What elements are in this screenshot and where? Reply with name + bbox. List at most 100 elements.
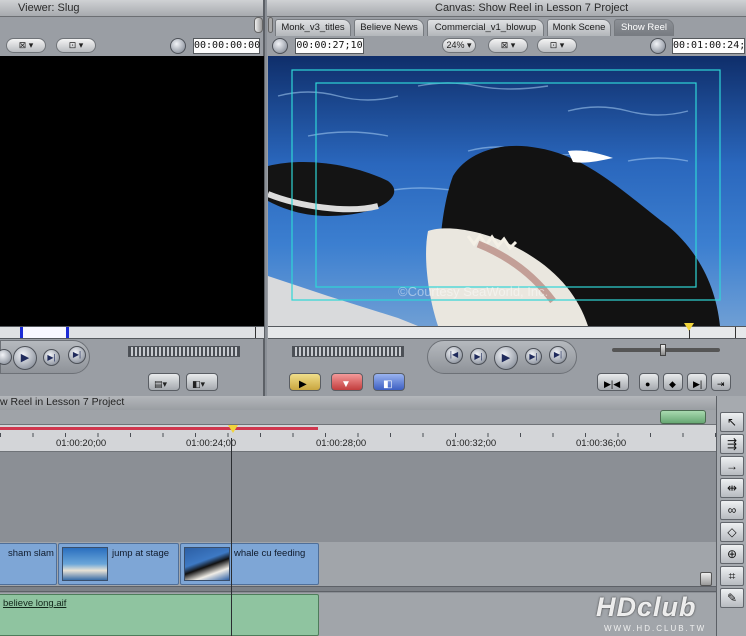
tab-label: Commercial_v1_blowup [434, 22, 537, 33]
audio-clip[interactable]: believe long.aif [0, 594, 319, 636]
clip-thumbnail [184, 547, 230, 581]
hdclub-logo: HDclub [596, 592, 697, 622]
ruler-label: 01:00:28;00 [316, 438, 367, 449]
pen-tool-icon[interactable]: ✎ [720, 588, 744, 608]
clip-label: whale cu feeding [234, 548, 306, 559]
tab-label: Show Reel [621, 22, 667, 33]
canvas-current-timecode-field[interactable]: 00:01:00:24;20 [672, 38, 746, 54]
viewer-window: Viewer: Slug ⊠ ▾ ⊡ ▾ 00:00:00:00 ▶ ▶| ▶|… [0, 0, 265, 396]
timeline-playhead[interactable] [228, 425, 238, 433]
viewer-scrubber-bar[interactable] [0, 326, 264, 339]
render-status-bar [0, 427, 318, 430]
viewer-in-out-range[interactable] [20, 327, 69, 338]
zoom-tool-icon[interactable]: ⊕ [720, 544, 744, 564]
canvas-show-match-button[interactable]: ⇥ [711, 373, 731, 391]
timeline-empty-track-area[interactable] [0, 453, 716, 542]
canvas-view-popup[interactable]: ⊠ ▾ [488, 38, 528, 53]
canvas-insert-edit-button[interactable]: ▶ [289, 373, 321, 391]
ruler-label: 01:00:20;00 [56, 438, 107, 449]
canvas-mark-clip-button[interactable]: ● [639, 373, 659, 391]
fcp-workspace: Viewer: Slug ⊠ ▾ ⊡ ▾ 00:00:00:00 ▶ ▶| ▶|… [0, 0, 746, 636]
canvas-replace-edit-button[interactable]: ◧ [373, 373, 405, 391]
clip-label: sham slam [8, 548, 54, 559]
timeline-ruler[interactable]: 01:00:20;00 01:00:24;00 01:00:28;00 01:0… [0, 424, 716, 452]
canvas-playhead-line [689, 330, 690, 339]
clip-thumbnail [62, 547, 108, 581]
tab-monk-scene[interactable]: Monk Scene [547, 19, 611, 36]
hdclub-url: WWW.HD.CLUB.TW [604, 624, 707, 633]
selection-tool-icon[interactable]: ↖ [720, 412, 744, 432]
viewer-show-match-frame-button[interactable]: ▤▾ [148, 373, 180, 391]
canvas-match-frame-button[interactable]: ▶| [687, 373, 707, 391]
canvas-next-edit-button[interactable]: ▶| [549, 346, 567, 364]
tab-label: Believe News [360, 22, 418, 33]
viewer-resize-handle[interactable] [254, 17, 263, 33]
canvas-jog-track[interactable] [612, 348, 720, 352]
canvas-titlebar: Canvas: Show Reel in Lesson 7 Project [267, 0, 746, 17]
timeline-title: w Reel in Lesson 7 Project [0, 396, 125, 408]
video-clip[interactable]: sham slam [0, 543, 57, 585]
tab-believe-news[interactable]: Believe News [354, 19, 424, 36]
razor-blade-tool-icon[interactable]: ◇ [720, 522, 744, 542]
slip-tool-icon[interactable]: ∞ [720, 500, 744, 520]
edit-select-tool-icon[interactable]: → [720, 456, 744, 476]
canvas-current-clock-icon [650, 38, 666, 54]
timeline-scroll-thumb[interactable] [700, 572, 712, 586]
video-clip[interactable]: jump at stage [58, 543, 179, 585]
audio-clip-label: believe long.aif [3, 598, 67, 609]
canvas-duration-field[interactable]: 00:00:27;10 [295, 38, 364, 54]
timeline-playhead-line [231, 438, 232, 636]
canvas-zoom-popup[interactable]: 24% ▾ [442, 38, 476, 53]
ripple-edit-tool-icon[interactable]: ⇹ [720, 478, 744, 498]
track-select-tool-icon[interactable]: ⇶ [720, 434, 744, 454]
canvas-jog-handle[interactable] [660, 344, 666, 356]
tools-palette: ↖ ⇶ → ⇹ ∞ ◇ ⊕ ⌗ ✎ [716, 396, 746, 636]
tab-monk-v3-titles[interactable]: Monk_v3_titles [275, 19, 351, 36]
tab-show-reel[interactable]: Show Reel [614, 19, 674, 36]
tab-label: Monk_v3_titles [281, 22, 345, 33]
viewer-recent-clips-popup[interactable]: ⊠ ▾ [6, 38, 46, 53]
crop-tool-icon[interactable]: ⌗ [720, 566, 744, 586]
viewer-video-display[interactable] [0, 56, 264, 326]
canvas-video-display[interactable]: ©Courtesy SeaWorld, Inc. [268, 56, 746, 326]
viewer-next-edit-button[interactable]: ▶| [68, 346, 86, 364]
timeline-snapping-toggle[interactable] [660, 410, 706, 424]
ruler-label: 01:00:36;00 [576, 438, 627, 449]
ruler-label: 01:00:32;00 [446, 438, 497, 449]
canvas-scrubber-bar[interactable] [268, 323, 746, 339]
canvas-play-button[interactable]: ▶ [494, 346, 518, 370]
canvas-display-popup[interactable]: ⊡ ▾ [537, 38, 577, 53]
viewer-jog-control[interactable] [128, 346, 240, 357]
ruler-label: 01:00:24;00 [186, 438, 237, 449]
canvas-play-around-button[interactable]: ▶| [525, 348, 542, 365]
viewer-generators-popup[interactable]: ⊡ ▾ [56, 38, 96, 53]
canvas-mark-in-out-button[interactable]: ▶|◀ [597, 373, 629, 391]
canvas-title: Canvas: Show Reel in Lesson 7 Project [435, 2, 629, 14]
tab-commercial-v1-blowup[interactable]: Commercial_v1_blowup [427, 19, 544, 36]
timeline-titlebar: w Reel in Lesson 7 Project [0, 396, 716, 410]
canvas-duration-clock-icon [272, 38, 288, 54]
viewer-play-button[interactable]: ▶ [13, 346, 37, 370]
timeline-window: w Reel in Lesson 7 Project 01:00:20;00 0… [0, 396, 716, 636]
ruler-ticks [0, 433, 716, 437]
canvas-window: Canvas: Show Reel in Lesson 7 Project Mo… [267, 0, 746, 396]
canvas-add-marker-button[interactable]: ◆ [663, 373, 683, 391]
canvas-play-in-out-button[interactable]: ▶| [470, 348, 487, 365]
canvas-zoom-value: 24% [446, 40, 465, 50]
viewer-titlebar: Viewer: Slug [0, 0, 263, 17]
canvas-overwrite-edit-button[interactable]: ▼ [331, 373, 363, 391]
canvas-resize-handle[interactable] [268, 17, 273, 33]
tab-label: Monk Scene [552, 22, 606, 33]
canvas-shuttle-control[interactable] [292, 346, 404, 357]
viewer-title: Viewer: Slug [18, 2, 80, 14]
viewer-playhead[interactable] [255, 327, 256, 338]
viewer-play-in-out-button[interactable]: ▶| [43, 349, 60, 366]
viewer-timecode-field[interactable]: 00:00:00:00 [193, 38, 260, 54]
timeline-toolbar [0, 410, 716, 424]
video-clip[interactable]: whale cu feeding [180, 543, 319, 585]
canvas-end-marker [735, 327, 736, 338]
viewer-add-marker-button[interactable]: ◧▾ [186, 373, 218, 391]
clip-label: jump at stage [112, 548, 170, 559]
canvas-prev-edit-button[interactable]: |◀ [445, 346, 463, 364]
viewer-clock-icon [170, 38, 186, 54]
